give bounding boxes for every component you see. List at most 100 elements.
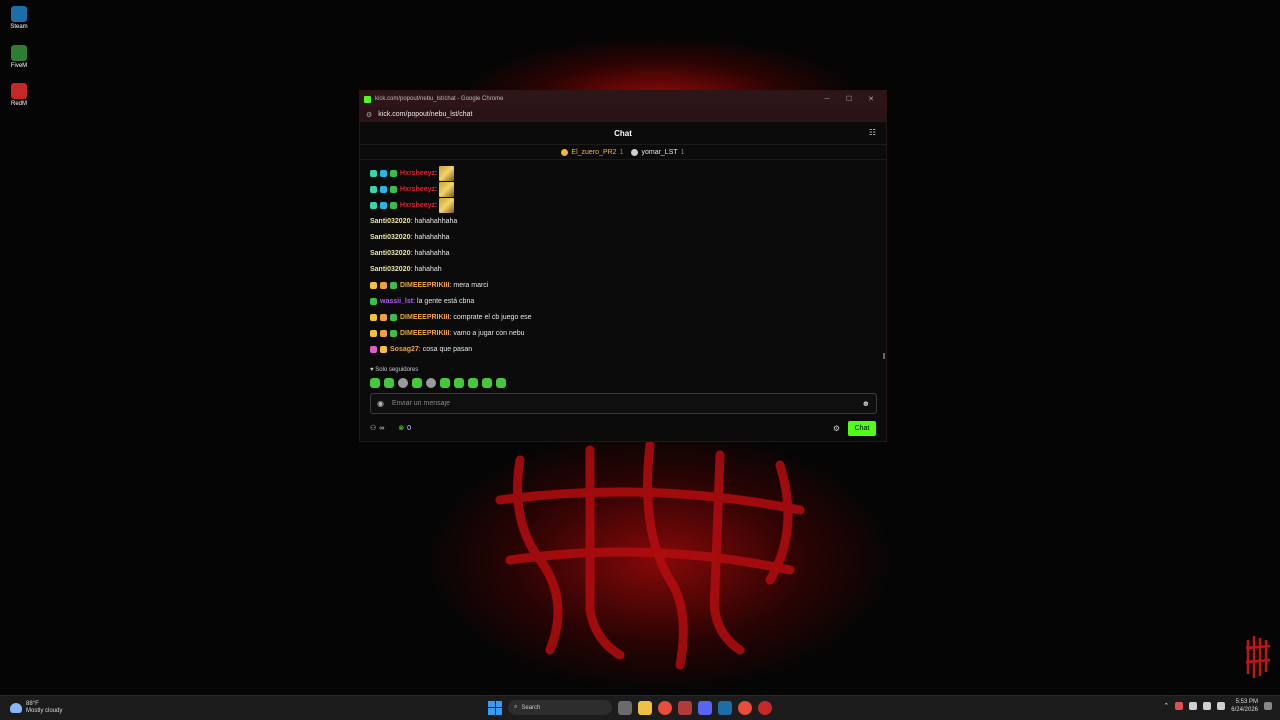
chat-message[interactable]: Santi032020: hahahahhaha [370,213,876,229]
chat-username[interactable]: Sosag27 [390,346,419,353]
emoji-picker-icon[interactable]: ☻ [862,399,870,408]
user-badge-icon[interactable] [380,185,387,193]
user-badge-icon[interactable] [370,329,377,337]
chat-username[interactable]: Hxrsheeyz [400,170,435,177]
search-icon: ⌕ [514,704,518,710]
user-badge-icon[interactable] [380,313,387,321]
kick-emote-icon[interactable] [370,378,380,388]
user-badge-icon[interactable] [370,297,377,305]
address-bar[interactable]: ⚙ kick.com/popout/nebu_lst/chat [360,107,886,122]
weather-widget[interactable]: 88°F Mostly cloudy [10,701,62,715]
chrome-icon[interactable] [658,700,672,715]
notifications-icon[interactable] [1264,702,1272,710]
top-gifter[interactable]: yomar_LST 1 [631,148,685,156]
gray-emote-icon[interactable] [398,378,408,388]
user-badge-icon[interactable] [370,169,377,177]
tray-app-icon[interactable] [1175,702,1184,710]
volume-icon[interactable] [1217,702,1226,710]
chat-input-box[interactable]: ◉ ☻ [370,393,877,414]
chat-username[interactable]: Santi032020 [370,218,410,225]
desktop-icon-fivem[interactable]: FiveM [6,45,32,69]
user-badge-icon[interactable] [370,345,377,353]
user-badge-icon[interactable] [370,201,377,209]
window-titlebar[interactable]: kick.com/popout/nebu_lst/chat - Google C… [360,91,886,107]
chat-message[interactable]: DIMEEEPRIKIII: vamo a jugar con nebu [370,325,876,341]
task-view-icon[interactable] [618,700,632,715]
chat-username[interactable]: Santi032020 [370,234,410,241]
file-explorer-icon[interactable] [638,700,652,715]
chat-message[interactable]: Sosag27: cosa que pasan [370,341,876,357]
chrome-profile-icon[interactable] [738,700,752,715]
network-icon[interactable] [1203,702,1212,710]
desktop-icon-steam[interactable]: Steam [6,6,32,30]
kick-emote-icon[interactable] [412,378,422,388]
user-badge-icon[interactable] [380,329,387,337]
desktop-icon-redm[interactable]: RedM [6,83,32,107]
steam-taskbar-icon[interactable] [718,700,732,715]
chat-input-badge-icon[interactable]: ◉ [377,399,384,408]
chat-settings-icon[interactable]: ⚙ [833,424,840,433]
top-gifter[interactable]: El_zuero_PR2 1 [561,148,623,156]
chat-message[interactable]: Hxrsheeyz: [370,165,876,181]
user-badge-icon[interactable] [380,345,387,353]
user-badge-icon[interactable] [390,169,397,177]
kick-emote-icon[interactable] [468,378,478,388]
chat-message[interactable]: Hxrsheeyz: [370,197,876,213]
user-badge-icon[interactable] [380,169,387,177]
app-icon[interactable] [678,700,692,715]
chat-message[interactable]: Santi032020: hahahahha [370,229,876,245]
microphone-icon[interactable] [1189,702,1198,710]
chat-users-icon[interactable]: ☷ [869,128,876,137]
taskbar-search[interactable]: ⌕ Search [508,700,612,715]
close-button[interactable]: ✕ [860,95,882,103]
send-chat-button[interactable]: Chat [848,420,876,436]
address-url[interactable]: kick.com/popout/nebu_lst/chat [378,111,472,118]
discord-icon[interactable] [698,700,712,715]
taskbar-clock[interactable]: 5:53 PM 6/24/2026 [1231,698,1258,714]
chat-username[interactable]: wassii_lst [380,298,413,305]
kick-emote-icon[interactable] [384,378,394,388]
chat-message[interactable]: wassii_lst: la gente está cbna [370,293,876,309]
windows-start-icon[interactable] [488,700,502,715]
user-badge-icon[interactable] [380,201,387,209]
chat-message-list[interactable]: Hxrsheeyz: Hxrsheeyz: Hxrsheeyz: Santi03202… [360,160,886,361]
user-badge-icon[interactable] [370,313,377,321]
chat-username[interactable]: Santi032020 [370,266,410,273]
kick-emote-icon[interactable] [440,378,450,388]
chat-username[interactable]: DIMEEEPRIKIII [400,330,449,337]
kick-emote-icon[interactable] [454,378,464,388]
minimize-button[interactable]: ─ [816,96,838,103]
user-badge-icon[interactable] [390,185,397,193]
user-badge-icon[interactable] [390,201,397,209]
chat-username[interactable]: Santi032020 [370,250,410,257]
chat-username[interactable]: Hxrsheeyz [400,202,435,209]
emote-image[interactable] [438,197,454,213]
user-badge-icon[interactable] [380,281,387,289]
chat-scrollbar[interactable] [883,353,885,359]
chat-message[interactable]: Santi032020: hahahahha [370,245,876,261]
emote-image[interactable] [438,165,454,181]
redm-taskbar-icon[interactable] [758,700,772,715]
chat-username[interactable]: DIMEEEPRIKIII [400,314,449,321]
chat-message[interactable]: Hxrsheeyz: [370,181,876,197]
chat-message-input[interactable] [389,399,862,408]
kick-emote-icon[interactable] [496,378,506,388]
chat-message[interactable]: Santi032020: hahahah [370,261,876,277]
user-badge-icon[interactable] [390,281,397,289]
pinned-info[interactable]: ⚇ ∞ [370,424,384,433]
chat-message[interactable]: DIMEEEPRIKIII: comprate el cb juego ese [370,309,876,325]
user-badge-icon[interactable] [390,313,397,321]
emote-image[interactable] [438,181,454,197]
kick-emote-icon[interactable] [482,378,492,388]
user-badge-icon[interactable] [390,329,397,337]
chevron-up-icon[interactable]: ⌃ [1163,702,1169,710]
chat-message[interactable]: DIMEEEPRIKIII: mera marci [370,277,876,293]
channel-points[interactable]: ⊗ 0 [398,424,411,433]
chat-username[interactable]: DIMEEEPRIKIII [400,282,449,289]
user-badge-icon[interactable] [370,281,377,289]
site-settings-icon[interactable]: ⚙ [366,111,372,119]
user-badge-icon[interactable] [370,185,377,193]
gray-emote-icon[interactable] [426,378,436,388]
chat-username[interactable]: Hxrsheeyz [400,186,435,193]
maximize-button[interactable]: ☐ [838,95,860,103]
